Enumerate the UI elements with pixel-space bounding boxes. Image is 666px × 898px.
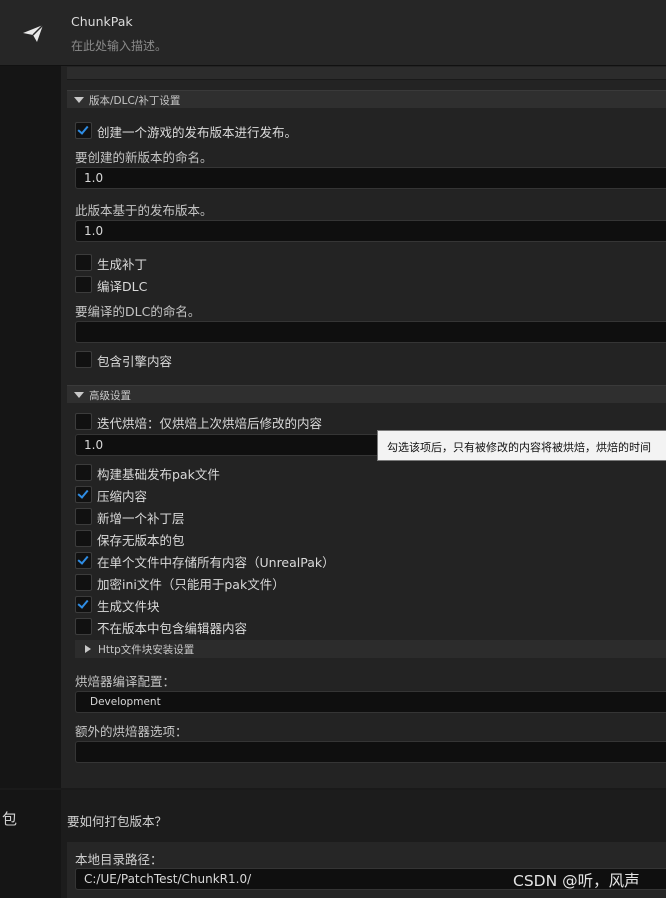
option-label: 生成文件块 [97,599,160,614]
create-release-row[interactable]: 创建一个游戏的发布版本进行发布。 [75,120,475,140]
option-row[interactable]: 压缩内容 [75,484,475,504]
checkmark-icon [77,123,89,135]
section-header-release[interactable]: 版本/DLC/补丁设置 [67,90,666,108]
expand-arrow-icon [74,97,84,103]
option-row[interactable]: 新增一个补丁层 [75,506,475,526]
option-checkbox[interactable] [75,618,92,635]
iterative-cook-label: 迭代烘焙：仅烘焙上次烘焙后修改的内容 [97,416,323,431]
based-on-label: 此版本基于的发布版本。 [75,203,213,218]
collapse-arrow-icon [85,645,91,653]
section-header-http[interactable]: Http文件块安装设置 [75,640,666,658]
option-checkbox[interactable] [75,486,92,503]
dlc-name-input[interactable] [75,321,666,343]
option-checkbox[interactable] [75,508,92,525]
option-label: 在单个文件中存储所有内容（UnrealPak） [97,555,335,570]
build-dlc-label: 编译DLC [97,279,148,294]
option-row[interactable]: 不在版本中包含编辑器内容 [75,616,475,636]
extra-cooker-input[interactable] [75,741,666,763]
iterative-cook-value: 1.0 [84,438,104,452]
option-row[interactable]: 在单个文件中存储所有内容（UnrealPak） [75,550,475,570]
option-checkbox[interactable] [75,552,92,569]
create-release-label: 创建一个游戏的发布版本进行发布。 [97,125,298,140]
panel-top-bar [67,67,666,80]
expand-arrow-icon [74,392,84,398]
cooker-config-dropdown[interactable]: Development [75,691,666,713]
new-version-label: 要创建的新版本的命名。 [75,150,213,165]
section-label: 版本/DLC/补丁设置 [89,95,181,107]
option-label: 压缩内容 [97,489,148,504]
option-row[interactable]: 保存无版本的包 [75,528,475,548]
checkmark-icon [77,553,89,565]
generate-patch-checkbox[interactable] [75,254,92,271]
option-row[interactable]: 生成文件块 [75,594,475,614]
profile-header: ChunkPak 在此处输入描述。 [0,0,666,66]
based-on-value: 1.0 [84,224,104,238]
dlc-name-label: 要编译的DLC的命名。 [75,304,201,319]
iterative-cook-checkbox[interactable] [75,413,92,430]
include-engine-row[interactable]: 包含引擎内容 [75,349,275,369]
local-dir-value: C:/UE/PatchTest/ChunkR1.0/ [84,872,252,886]
iterative-cook-input[interactable]: 1.0 [75,434,378,456]
tooltip-text: 勾选该项后，只有被修改的内容将被烘焙，烘焙的时间 [387,441,651,454]
section-header-advanced[interactable]: 高级设置 [67,385,666,403]
section-label: Http文件块安装设置 [98,644,195,656]
option-checkbox[interactable] [75,530,92,547]
generate-patch-label: 生成补丁 [97,257,148,272]
local-dir-label: 本地目录路径： [75,852,163,867]
option-row[interactable]: 加密ini文件（只能用于pak文件） [75,572,475,592]
checkmark-icon [77,487,89,499]
include-engine-label: 包含引擎内容 [97,354,173,369]
checkmark-icon [77,597,89,609]
option-label: 不在版本中包含编辑器内容 [97,621,248,636]
option-label: 新增一个补丁层 [97,511,185,526]
option-label: 构建基础发布pak文件 [97,467,220,482]
paper-plane-icon [23,24,44,42]
iterative-cook-row[interactable]: 迭代烘焙：仅烘焙上次烘焙后修改的内容 [75,411,475,431]
profile-title[interactable]: ChunkPak [71,14,133,29]
include-engine-checkbox[interactable] [75,351,92,368]
option-checkbox[interactable] [75,464,92,481]
extra-cooker-label: 额外的烘焙器选项： [75,724,188,739]
package-question: 要如何打包版本？ [67,814,168,829]
option-label: 保存无版本的包 [97,533,185,548]
section-label: 高级设置 [89,390,131,402]
new-version-input[interactable]: 1.0 [75,167,666,189]
new-version-value: 1.0 [84,171,104,185]
create-release-checkbox[interactable] [75,122,92,139]
package-side [0,790,61,898]
option-label: 加密ini文件（只能用于pak文件） [97,577,285,592]
generate-patch-row[interactable]: 生成补丁 [75,252,275,272]
build-dlc-checkbox[interactable] [75,276,92,293]
based-on-input[interactable]: 1.0 [75,220,666,242]
profile-description[interactable]: 在此处输入描述。 [71,37,167,54]
option-row[interactable]: 构建基础发布pak文件 [75,462,475,482]
cooker-config-label: 烘焙器编译配置： [75,674,176,689]
package-side-label: 包 [2,810,18,828]
tooltip: 勾选该项后，只有被修改的内容将被烘焙，烘焙的时间 [377,430,666,461]
build-dlc-row[interactable]: 编译DLC [75,274,275,294]
watermark: CSDN @听，风声 [513,872,640,890]
cooker-config-value: Development [90,696,161,708]
option-checkbox[interactable] [75,596,92,613]
left-gutter [0,66,61,788]
option-checkbox[interactable] [75,574,92,591]
